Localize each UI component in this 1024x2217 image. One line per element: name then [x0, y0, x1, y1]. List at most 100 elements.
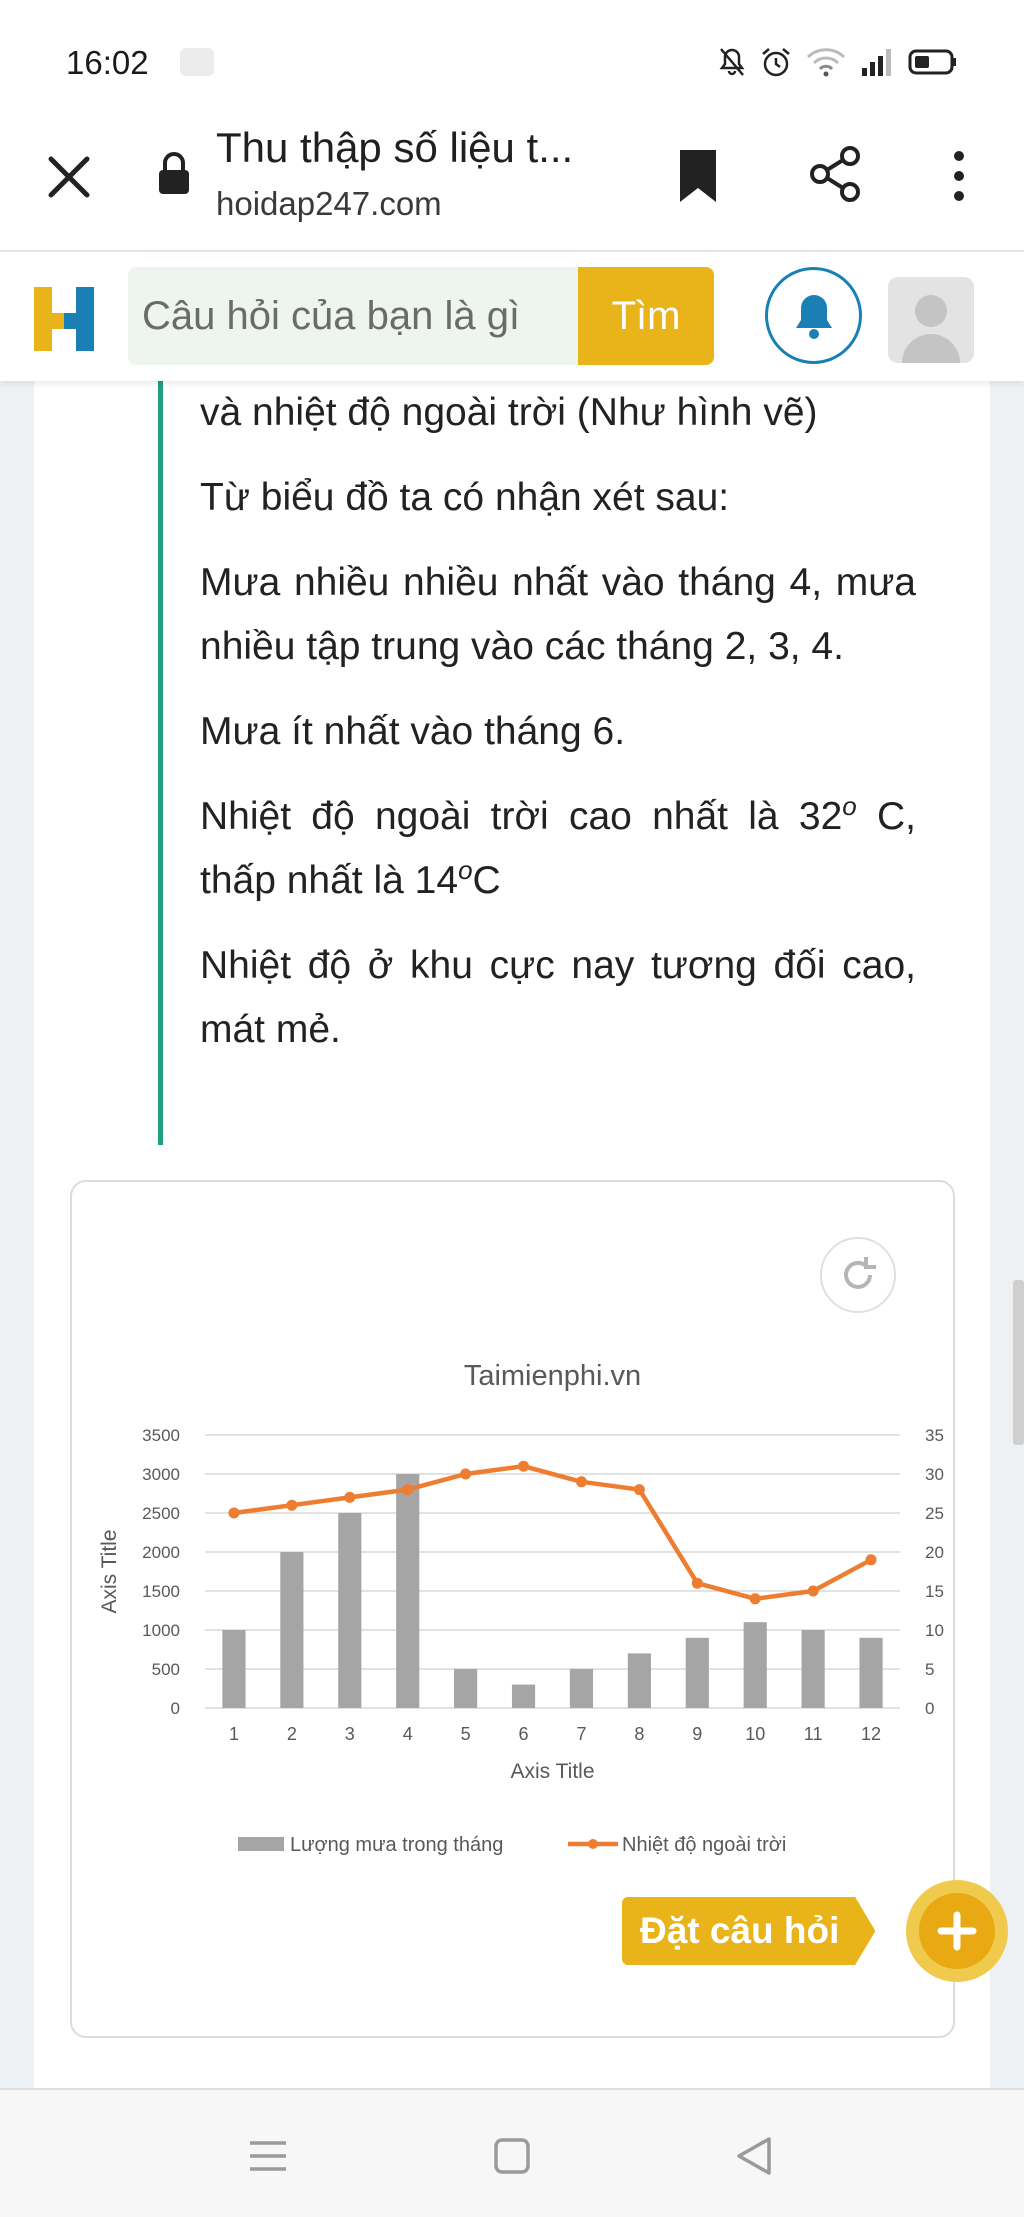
x-tick-label: 9 — [692, 1724, 702, 1744]
y-right-tick-label: 30 — [925, 1465, 944, 1484]
line-temperature — [233, 1463, 873, 1602]
x-tick-label: 8 — [634, 1724, 644, 1744]
point-temperature — [402, 1484, 414, 1496]
point-temperature — [575, 1476, 587, 1488]
y-axis-title: Axis Title — [98, 1529, 121, 1613]
back-icon[interactable] — [724, 2126, 784, 2186]
legend-label-rainfall: Lượng mưa trong tháng — [290, 1834, 503, 1856]
y-right-tick-label: 35 — [925, 1426, 944, 1445]
page-url[interactable]: hoidap247.com — [216, 185, 442, 223]
point-temperature — [749, 1593, 761, 1605]
x-tick-label: 1 — [229, 1724, 239, 1744]
x-tick-label: 11 — [804, 1724, 823, 1744]
menu-icon[interactable] — [238, 2126, 298, 2186]
y-right-tick-label: 5 — [925, 1660, 934, 1679]
point-temperature — [518, 1460, 530, 1472]
point-temperature — [286, 1499, 298, 1511]
point-temperature — [228, 1507, 240, 1519]
close-icon[interactable] — [38, 146, 100, 208]
point-temperature — [344, 1491, 356, 1503]
search-button[interactable]: Tìm — [578, 267, 714, 365]
system-nav-bar — [0, 2088, 1024, 2217]
x-tick-label: 2 — [287, 1724, 297, 1744]
point-temperature — [460, 1468, 472, 1480]
ask-question-plus-button[interactable] — [906, 1880, 1008, 1982]
status-time: 16:02 — [66, 44, 149, 81]
y-left-tick-label: 2000 — [142, 1543, 180, 1562]
signal-icon — [862, 49, 891, 76]
y-right-tick-label: 0 — [925, 1699, 934, 1718]
status-bar: 16:02 — [0, 0, 1024, 110]
answer-line: Nhiệt độ ở khu cực nay tương đối cao, má… — [200, 944, 916, 1051]
point-temperature — [807, 1585, 819, 1597]
mute-icon — [719, 48, 745, 76]
site-header: Tìm — [0, 253, 1024, 381]
bar-rainfall — [280, 1552, 304, 1708]
bell-icon — [795, 294, 832, 339]
avatar[interactable] — [888, 277, 974, 363]
point-temperature — [691, 1577, 703, 1589]
scrollbar-thumb[interactable] — [1013, 1280, 1024, 1445]
answer-accent-bar — [158, 381, 163, 1145]
y-left-tick-label: 2500 — [142, 1504, 180, 1523]
answer-temperature-line: Nhiệt độ ngoài trời cao nhất là 32o C, t… — [200, 791, 916, 902]
more-icon[interactable] — [944, 146, 974, 211]
status-icons — [718, 44, 958, 80]
bar-rainfall — [569, 1669, 594, 1708]
bar-rainfall — [627, 1653, 651, 1708]
refresh-button[interactable] — [820, 1237, 896, 1313]
y-left-tick-label: 0 — [171, 1699, 180, 1718]
bar-rainfall — [222, 1630, 246, 1708]
answer-line: Mưa nhiều nhiều nhất vào tháng 4, mưa nh… — [200, 561, 916, 668]
bar-rainfall — [454, 1669, 478, 1708]
bar-rainfall — [338, 1513, 362, 1708]
y-left-tick-label: 3000 — [142, 1465, 180, 1484]
y-left-tick-label: 1500 — [142, 1582, 180, 1601]
answer-line: Từ biểu đồ ta có nhận xét sau: — [200, 476, 730, 519]
legend-label-temperature: Nhiệt độ ngoài trời — [622, 1834, 786, 1856]
y-right-tick-label: 25 — [925, 1504, 944, 1523]
y-left-tick-label: 500 — [152, 1660, 180, 1679]
notification-button[interactable] — [765, 267, 862, 364]
wifi-icon — [806, 48, 846, 77]
bar-rainfall — [685, 1637, 709, 1708]
lock-icon[interactable] — [157, 150, 191, 203]
bookmark-icon[interactable] — [674, 146, 722, 211]
search-input[interactable] — [128, 267, 580, 365]
page-title: Thu thập số liệu t... — [216, 124, 574, 171]
bar-rainfall — [859, 1637, 883, 1708]
plus-icon — [937, 1911, 977, 1951]
chart-title: Taimienphi.vn — [464, 1360, 641, 1392]
ask-question-button[interactable]: Đặt câu hỏi — [622, 1897, 876, 1965]
y-right-tick-label: 10 — [925, 1621, 944, 1640]
browser-toolbar: Thu thập số liệu t... hoidap247.com — [0, 110, 1024, 252]
bar-rainfall — [396, 1474, 420, 1708]
y-right-tick-label: 15 — [925, 1582, 944, 1601]
battery-icon — [908, 49, 956, 75]
x-tick-label: 6 — [519, 1724, 529, 1744]
y-left-tick-label: 3500 — [142, 1426, 180, 1445]
x-axis-title: Axis Title — [510, 1760, 594, 1783]
legend-marker-temperature — [588, 1839, 598, 1849]
notification-icon — [180, 48, 214, 76]
x-tick-label: 12 — [861, 1724, 881, 1744]
bar-rainfall — [743, 1622, 767, 1708]
alarm-icon — [762, 48, 790, 77]
combo-chart: Taimienphi.vn050010001500200025003000350… — [98, 1360, 944, 1856]
x-tick-label: 5 — [461, 1724, 471, 1744]
bar-rainfall — [511, 1684, 536, 1708]
bar-rainfall — [801, 1630, 825, 1708]
x-tick-label: 3 — [345, 1724, 355, 1744]
site-logo[interactable] — [30, 283, 100, 360]
answer-body: và nhiệt độ ngoài trời (Như hình vẽ) Từ … — [200, 381, 916, 1083]
refresh-icon — [844, 1257, 876, 1289]
share-icon[interactable] — [806, 144, 866, 209]
x-tick-label: 4 — [403, 1724, 413, 1744]
legend-swatch-rainfall — [238, 1837, 284, 1851]
y-right-tick-label: 20 — [925, 1543, 944, 1562]
answer-line: và nhiệt độ ngoài trời (Như hình vẽ) — [200, 391, 818, 434]
x-tick-label: 7 — [576, 1724, 586, 1744]
home-icon[interactable] — [482, 2126, 542, 2186]
answer-line: Mưa ít nhất vào tháng 6. — [200, 710, 626, 753]
x-tick-label: 10 — [745, 1724, 765, 1744]
